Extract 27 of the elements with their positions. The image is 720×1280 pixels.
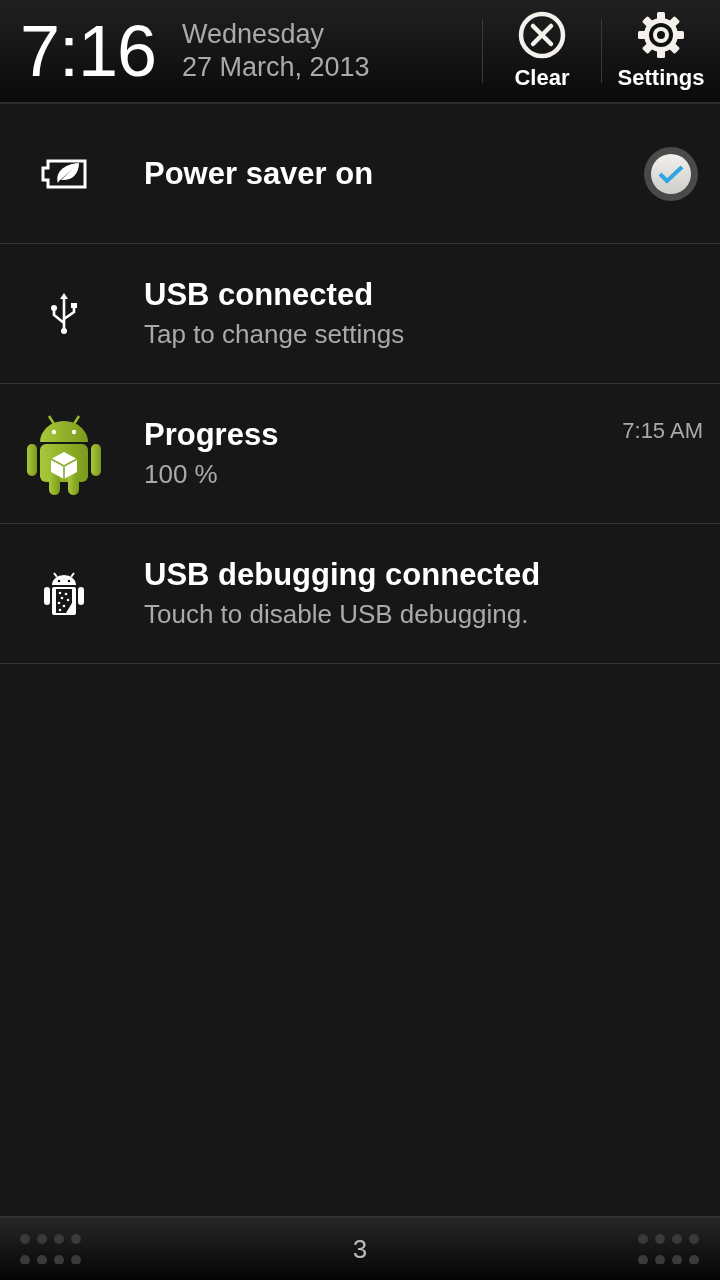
debug-robot-icon [44,571,84,616]
notification-subtitle: 100 % [144,459,218,490]
notification-count: 3 [352,1233,368,1265]
weekday-text: Wednesday [182,18,326,51]
notification-title: USB debugging connected [144,557,541,593]
battery-leaf-icon [41,158,87,189]
notification-subtitle: Tap to change settings [144,319,405,350]
settings-button[interactable]: Settings [602,11,720,91]
notification-title: USB connected [144,277,374,313]
grip-dots-icon[interactable] [20,1234,82,1264]
usb-icon [48,292,80,335]
clock-time: 7:16 [20,10,158,92]
notification-subtitle: Touch to disable USB debugging. [144,599,529,630]
notification-title: Power saver on [144,155,374,192]
notification-time: 7:15 AM [622,418,703,444]
notification-title: Progress [144,417,279,453]
clear-icon [518,11,566,59]
checkbox[interactable] [644,146,698,201]
notification-item[interactable]: Power saver on [0,104,720,244]
date-text: 27 March, 2013 [182,51,371,84]
checkmark-icon [658,163,684,184]
settings-icon [637,11,685,59]
notification-item[interactable]: USB connected Tap to change settings [0,244,720,384]
notification-item[interactable]: Progress 100 % 7:15 AM [0,384,720,524]
notification-item[interactable]: USB debugging connected Touch to disable USB debugging. [0,524,720,664]
grip-dots-icon[interactable] [638,1234,700,1264]
clear-button[interactable]: Clear [483,11,601,91]
